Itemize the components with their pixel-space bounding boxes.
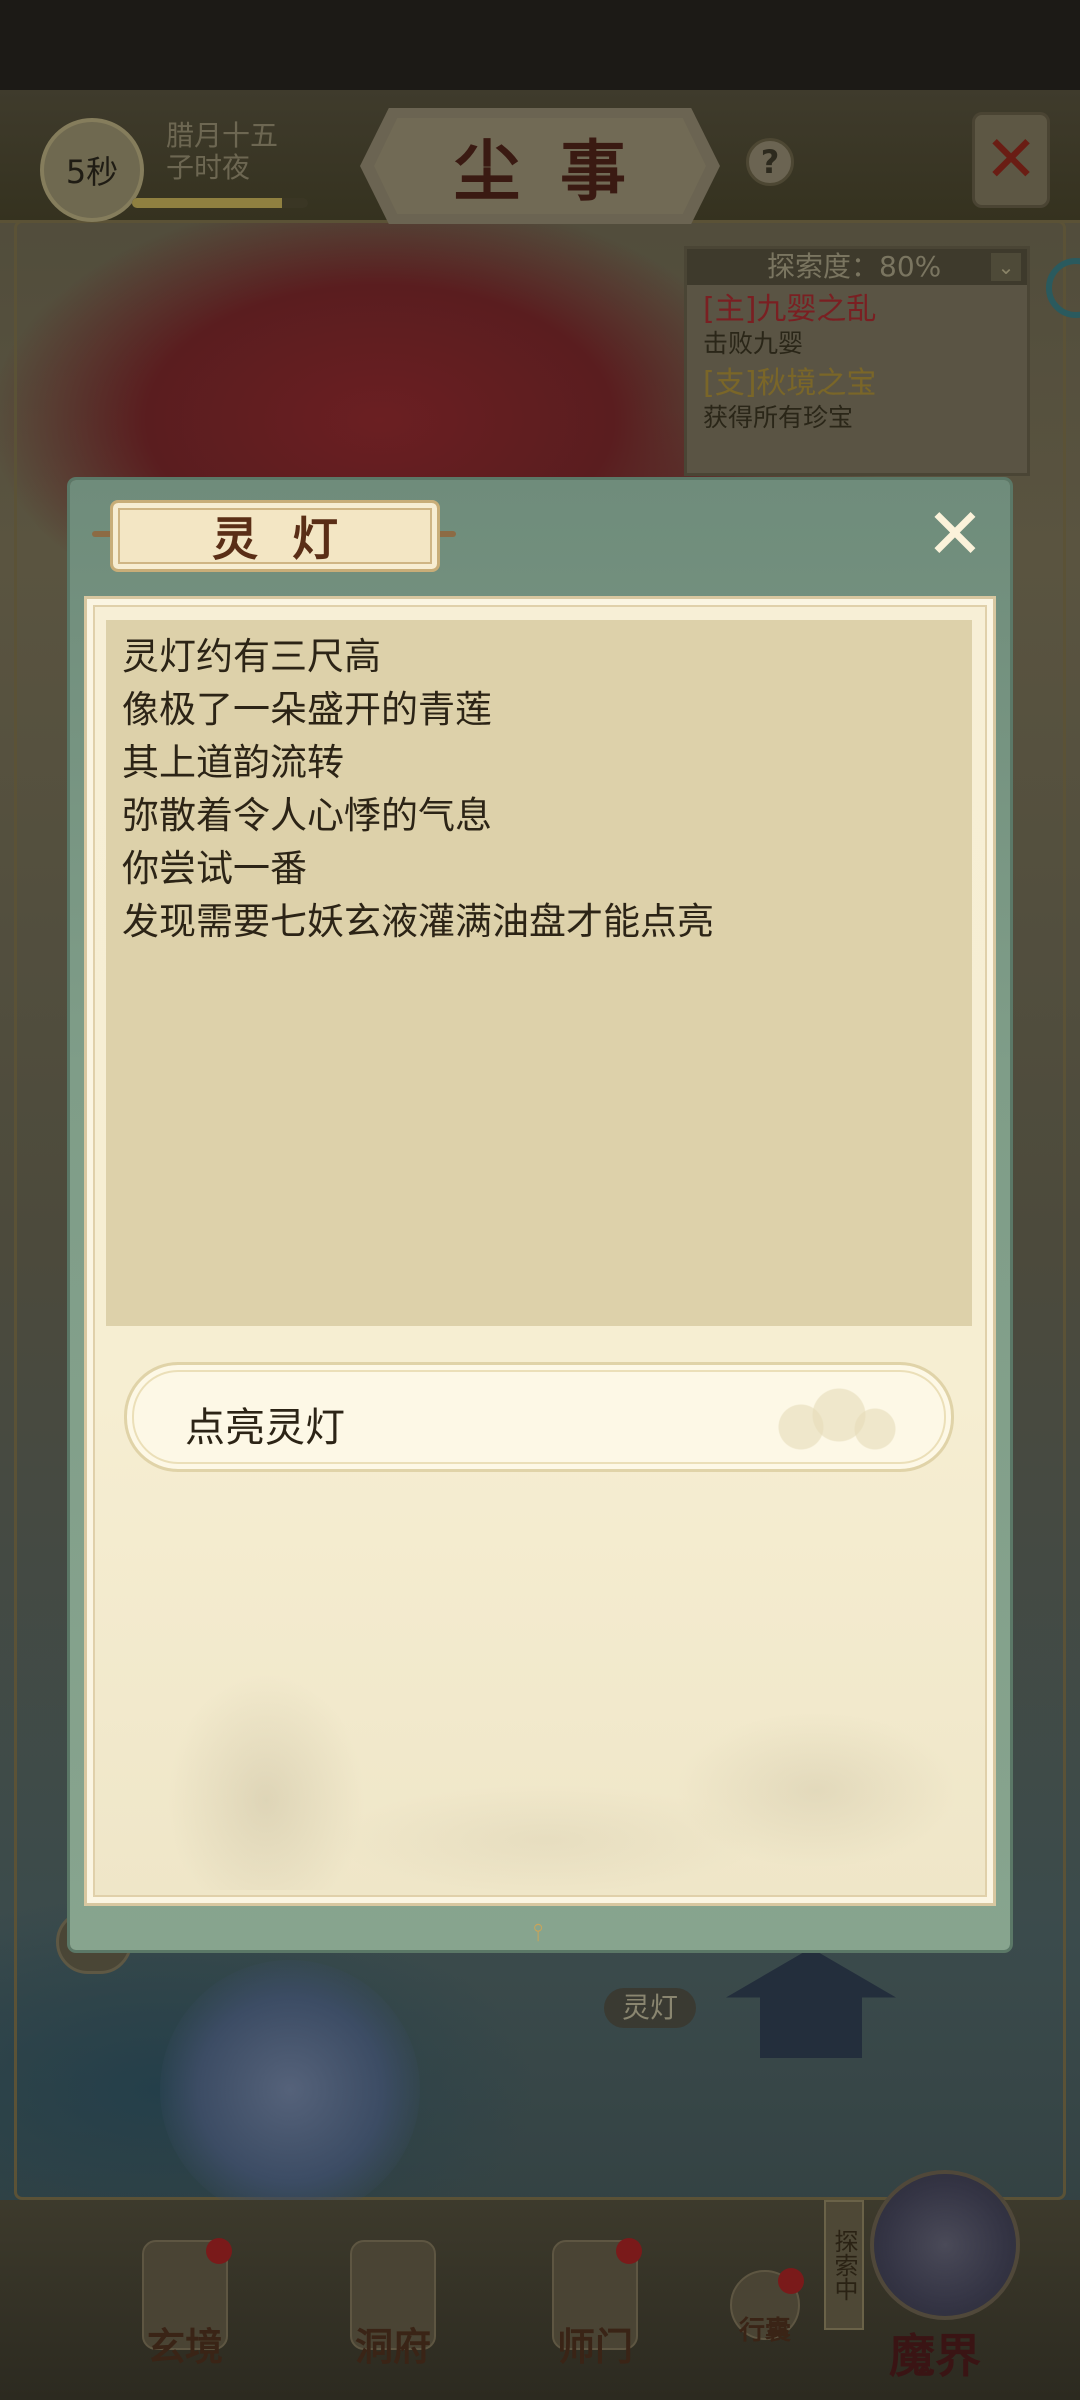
story-text: 灵灯约有三尺高 像极了一朵盛开的青莲 其上道韵流转 弥散着令人心悸的气息 你尝试… xyxy=(122,630,962,948)
quest-desc: 获得所有珍宝 xyxy=(703,403,854,432)
time-progress-fill xyxy=(132,198,282,208)
quest-title: [主]九婴之乱 xyxy=(703,292,877,327)
page-title: 尘事 xyxy=(454,132,666,210)
nav-item-demon-realm[interactable]: 魔界 xyxy=(860,2280,1010,2386)
cloud-icon xyxy=(761,1383,911,1457)
light-lamp-button[interactable]: 点亮灵灯 xyxy=(124,1362,954,1472)
spirit-orb-icon xyxy=(160,1960,420,2220)
timer-text: 5秒 xyxy=(65,153,119,191)
explore-progress: 探索度：80% ⌄ xyxy=(687,249,1027,285)
nav-label: 行囊 xyxy=(738,2316,791,2346)
story-line: 其上道韵流转 xyxy=(122,741,344,784)
story-line: 弥散着令人心悸的气息 xyxy=(122,794,492,837)
dialog-handle-icon: ⫯ xyxy=(532,1918,544,1946)
quest-item-side[interactable]: [支]秋境之宝 获得所有珍宝 xyxy=(687,359,1027,433)
notification-badge xyxy=(616,2238,642,2264)
notification-badge xyxy=(206,2238,232,2264)
title-plaque: 尘事 xyxy=(360,108,720,224)
quest-item-main[interactable]: [主]九婴之乱 击败九婴 xyxy=(687,285,1027,359)
nav-item-dongfu[interactable]: 洞府 xyxy=(318,2240,468,2371)
map-node-label[interactable]: 灵灯 xyxy=(604,1988,696,2028)
mountain-mist-decoration xyxy=(96,1600,984,1890)
quest-title: [支]秋境之宝 xyxy=(703,366,877,401)
time-progress-bar xyxy=(132,198,308,208)
nav-label: 洞府 xyxy=(354,2324,431,2369)
story-line: 像极了一朵盛开的青莲 xyxy=(122,688,492,731)
time-text: 子时夜 xyxy=(166,151,251,184)
nav-item-xuanjing[interactable]: 玄境 xyxy=(110,2238,260,2371)
nav-label: 玄境 xyxy=(146,2324,223,2369)
nav-item-shimen[interactable]: 师门 xyxy=(520,2238,670,2371)
nav-label: 师门 xyxy=(556,2324,633,2369)
story-line: 灵灯约有三尺高 xyxy=(122,635,381,678)
quest-desc: 击败九婴 xyxy=(703,329,804,358)
notification-badge xyxy=(778,2268,804,2294)
help-icon[interactable]: ? xyxy=(746,138,794,186)
timer-badge: 5秒 xyxy=(40,118,144,222)
nav-label: 魔界 xyxy=(889,2329,981,2383)
dialog-title: 灵灯 xyxy=(212,512,372,566)
exploring-tag: 探索中 xyxy=(824,2200,864,2330)
dialog-title-plaque: 灵灯 xyxy=(110,500,440,572)
date-text: 腊月十五 xyxy=(166,119,279,152)
story-line: 发现需要七妖玄液灌满油盘才能点亮 xyxy=(122,900,714,943)
scene-close-icon[interactable]: ✕ xyxy=(972,112,1050,208)
nav-item-bag[interactable]: 行囊 xyxy=(690,2240,840,2347)
close-icon[interactable]: ✕ xyxy=(920,496,990,572)
story-line: 你尝试一番 xyxy=(122,847,307,890)
choice-label: 点亮灵灯 xyxy=(185,1405,345,1451)
chevron-down-icon[interactable]: ⌄ xyxy=(991,253,1021,281)
quest-panel[interactable]: 探索度：80% ⌄ [主]九婴之乱 击败九婴 [支]秋境之宝 获得所有珍宝 xyxy=(684,246,1030,476)
